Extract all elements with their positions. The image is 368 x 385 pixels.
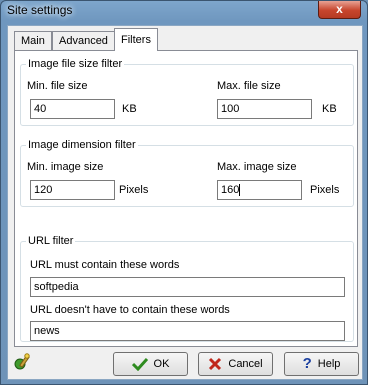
file-size-filter-legend: Image file size filter: [26, 58, 125, 70]
max-file-size-unit: KB: [322, 103, 337, 115]
min-file-size-unit: KB: [122, 103, 137, 115]
url-filter-group: URL filter URL must contain these words …: [20, 235, 354, 342]
max-file-size-input[interactable]: 100: [217, 99, 312, 119]
window-title: Site settings: [7, 3, 73, 17]
help-label: Help: [317, 358, 341, 370]
max-image-size-value: 160: [221, 184, 240, 196]
dialog-client-area: Main Advanced Filters Image file size fi…: [7, 25, 363, 380]
x-icon: [209, 357, 222, 371]
min-image-size-input[interactable]: 120: [30, 180, 115, 200]
url-not-contain-label: URL doesn't have to contain these words: [30, 304, 230, 316]
ok-label: OK: [153, 358, 170, 370]
tab-label: Main: [21, 35, 45, 47]
max-file-size-label: Max. file size: [217, 80, 281, 92]
file-size-filter-group: Image file size filter Min. file size 40…: [20, 58, 354, 126]
wizard-icon: [14, 353, 30, 370]
site-settings-window: Site settings x Main Advanced Filters Im…: [0, 0, 368, 385]
max-image-size-unit: Pixels: [310, 184, 340, 196]
max-image-size-label: Max. image size: [217, 161, 297, 173]
tab-advanced[interactable]: Advanced: [52, 31, 115, 51]
question-icon: ?: [302, 355, 312, 372]
cancel-label: Cancel: [228, 358, 263, 370]
min-image-size-unit: Pixels: [119, 184, 149, 196]
close-button[interactable]: x: [318, 1, 361, 19]
dimension-filter-group: Image dimension filter Min. image size 1…: [20, 139, 354, 207]
url-must-contain-label: URL must contain these words: [30, 259, 180, 271]
filters-tab-panel: Image file size filter Min. file size 40…: [14, 50, 358, 347]
url-filter-legend: URL filter: [26, 235, 76, 247]
wizard-button[interactable]: [12, 352, 34, 374]
help-button[interactable]: ? Help: [284, 352, 359, 376]
min-file-size-label: Min. file size: [27, 80, 88, 92]
dimension-filter-legend: Image dimension filter: [26, 139, 138, 151]
tab-main[interactable]: Main: [14, 31, 52, 51]
tab-filters[interactable]: Filters: [114, 28, 158, 51]
url-must-contain-input[interactable]: softpedia: [30, 277, 345, 297]
cancel-button[interactable]: Cancel: [198, 352, 273, 376]
close-icon: x: [336, 2, 343, 16]
text-caret: [239, 184, 241, 197]
min-image-size-label: Min. image size: [27, 161, 104, 173]
ok-button[interactable]: OK: [113, 352, 188, 376]
min-file-size-input[interactable]: 40: [30, 99, 115, 119]
tab-label: Advanced: [59, 35, 108, 47]
tab-label: Filters: [121, 34, 151, 46]
url-not-contain-input[interactable]: news: [30, 321, 345, 341]
max-image-size-input[interactable]: 160: [217, 180, 302, 200]
checkmark-icon: [131, 357, 148, 371]
